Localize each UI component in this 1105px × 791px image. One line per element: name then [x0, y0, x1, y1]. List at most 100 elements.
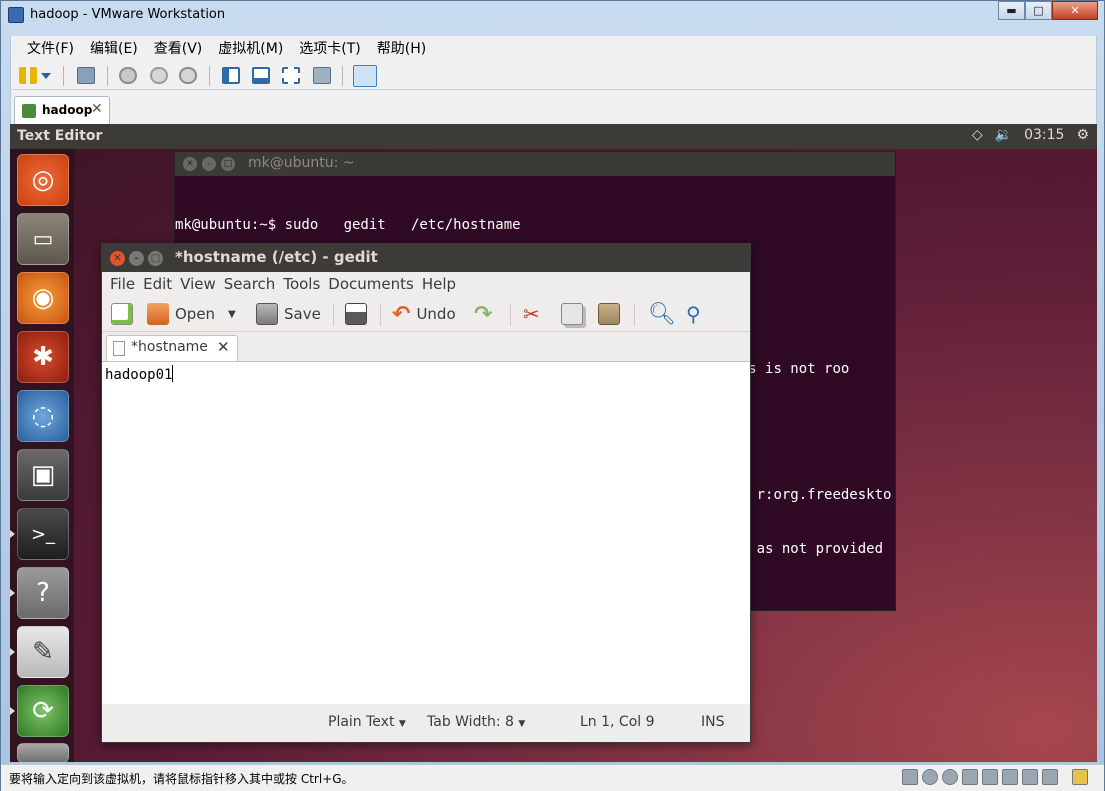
redo-button[interactable]: ↷: [474, 300, 492, 328]
gedit-minimize-icon[interactable]: –: [129, 251, 144, 266]
text-editor-icon[interactable]: ✎: [17, 626, 69, 678]
software-updater-icon[interactable]: ⟳: [17, 685, 69, 737]
firefox-icon[interactable]: ◉: [17, 272, 69, 324]
files-icon[interactable]: ▭: [17, 213, 69, 265]
disk-icon[interactable]: ▣: [17, 449, 69, 501]
menu-file[interactable]: 文件(F): [19, 36, 82, 62]
search-button[interactable]: 🔍︎: [648, 300, 676, 328]
pause-icon[interactable]: [19, 67, 37, 84]
clock[interactable]: 03:15: [1024, 127, 1064, 143]
copy-button[interactable]: [561, 300, 583, 328]
terminal-close-icon[interactable]: ✕: [183, 157, 197, 171]
gedit-menu-tools[interactable]: Tools: [279, 272, 324, 296]
settings-gear-icon[interactable]: ⚙: [1076, 127, 1089, 143]
gedit-toolbar: Open ▼ Save ↶ Undo ↷ ✂ 🔍︎ ⚲: [102, 296, 750, 332]
usb-icon[interactable]: [982, 769, 998, 785]
floppy-icon[interactable]: [942, 769, 958, 785]
print-button[interactable]: [345, 300, 367, 328]
syntax-selector[interactable]: Plain Text ▼: [328, 714, 406, 730]
sound-icon[interactable]: [1022, 769, 1038, 785]
gedit-menu-search[interactable]: Search: [220, 272, 280, 296]
gedit-titlebar: ✕ – □ *hostname (/etc) - gedit: [102, 244, 750, 272]
menu-tabs[interactable]: 选项卡(T): [291, 36, 368, 62]
gedit-window[interactable]: ✕ – □ *hostname (/etc) - gedit File Edit…: [101, 243, 751, 743]
network-adapter-icon[interactable]: [962, 769, 978, 785]
snapshot-icon[interactable]: [119, 67, 137, 84]
gedit-close-icon[interactable]: ✕: [110, 251, 125, 266]
display-icon[interactable]: [1042, 769, 1058, 785]
insert-mode: INS: [701, 714, 725, 730]
close-icon[interactable]: ✕: [91, 101, 103, 117]
undo-button[interactable]: ↶ Undo: [392, 300, 456, 328]
new-document-button[interactable]: [111, 300, 133, 328]
save-button[interactable]: Save: [256, 300, 321, 328]
printer-icon[interactable]: [1002, 769, 1018, 785]
gedit-maximize-icon[interactable]: □: [148, 251, 163, 266]
tab-hadoop[interactable]: hadoop ✕: [14, 96, 110, 124]
editor-content[interactable]: hadoop01: [105, 365, 174, 383]
trash-icon[interactable]: [17, 743, 69, 762]
new-document-icon: [111, 303, 133, 325]
gedit-menubar: File Edit View Search Tools Documents He…: [102, 272, 750, 296]
save-icon: [256, 303, 278, 325]
gedit-menu-edit[interactable]: Edit: [139, 272, 176, 296]
message-icon[interactable]: [1072, 769, 1088, 785]
network-icon[interactable]: [77, 67, 95, 84]
revert-snapshot-icon[interactable]: [150, 67, 168, 84]
stretch-icon[interactable]: [353, 65, 377, 87]
console-icon[interactable]: [252, 67, 270, 84]
gedit-menu-view[interactable]: View: [176, 272, 220, 296]
sidebar-icon[interactable]: [222, 67, 240, 84]
vmware-window: hadoop - VMware Workstation ▬ □ ✕ 文件(F) …: [0, 0, 1105, 791]
terminal-maximize-icon[interactable]: □: [221, 157, 235, 171]
paste-button[interactable]: [598, 300, 620, 328]
terminal-icon[interactable]: >_: [17, 508, 69, 560]
menu-view[interactable]: 查看(V): [146, 36, 211, 62]
gedit-menu-file[interactable]: File: [106, 272, 139, 296]
volume-icon[interactable]: 🔉: [995, 127, 1012, 143]
minimize-button[interactable]: ▬: [998, 1, 1025, 20]
guest-display[interactable]: Text Editor ◇ 🔉 03:15 ⚙ ◎ ▭ ◉ ✱ ◌ ▣ >_ ?…: [10, 124, 1097, 762]
gedit-menu-help[interactable]: Help: [418, 272, 460, 296]
device-status-icons: [902, 769, 1088, 785]
gedit-menu-documents[interactable]: Documents: [324, 272, 418, 296]
toolbar-separator: [209, 66, 210, 86]
menu-vm[interactable]: 虚拟机(M): [210, 36, 291, 62]
chevron-down-icon: ▼: [398, 719, 406, 729]
toolbar-separator: [380, 304, 381, 326]
harddisk-icon[interactable]: [902, 769, 918, 785]
editor-text: hadoop01: [105, 367, 173, 383]
unity-icon[interactable]: [313, 67, 331, 84]
help-icon[interactable]: ?: [17, 567, 69, 619]
tab-hostname[interactable]: *hostname ✕: [106, 335, 238, 361]
launcher-running-indicator: [10, 589, 15, 597]
menu-help[interactable]: 帮助(H): [369, 36, 434, 62]
window-controls: ▬ □ ✕: [998, 1, 1098, 21]
terminal-minimize-icon[interactable]: –: [202, 157, 216, 171]
menu-edit[interactable]: 编辑(E): [82, 36, 146, 62]
chevron-down-icon: ▼: [518, 719, 526, 729]
ubuntu-dash-icon[interactable]: ◎: [17, 154, 69, 206]
wifi-icon[interactable]: ◇: [972, 127, 983, 143]
ubuntu-top-panel: Text Editor ◇ 🔉 03:15 ⚙: [10, 124, 1097, 149]
shotwell-icon[interactable]: ◌: [17, 390, 69, 442]
fullscreen-icon[interactable]: [282, 67, 300, 84]
maximize-button[interactable]: □: [1025, 1, 1052, 20]
cdrom-icon[interactable]: [922, 769, 938, 785]
system-settings-icon[interactable]: ✱: [17, 331, 69, 383]
replace-button[interactable]: ⚲: [686, 300, 701, 328]
text-editor-area[interactable]: hadoop01: [102, 361, 750, 704]
terminal-title: mk@ubuntu: ~: [248, 155, 355, 171]
toolbar-separator: [634, 304, 635, 326]
close-button[interactable]: ✕: [1052, 1, 1098, 20]
close-icon[interactable]: ✕: [217, 338, 230, 356]
replace-icon: ⚲: [686, 302, 701, 326]
open-button[interactable]: Open: [147, 300, 215, 328]
tab-label: hadoop: [42, 103, 93, 117]
open-recent-dropdown[interactable]: ▼: [228, 300, 236, 328]
tab-width-selector[interactable]: Tab Width: 8 ▼: [427, 714, 525, 730]
dropdown-icon[interactable]: [41, 73, 51, 79]
snapshot-manager-icon[interactable]: [179, 67, 197, 84]
cut-button[interactable]: ✂: [523, 300, 540, 328]
paste-icon: [598, 303, 620, 325]
